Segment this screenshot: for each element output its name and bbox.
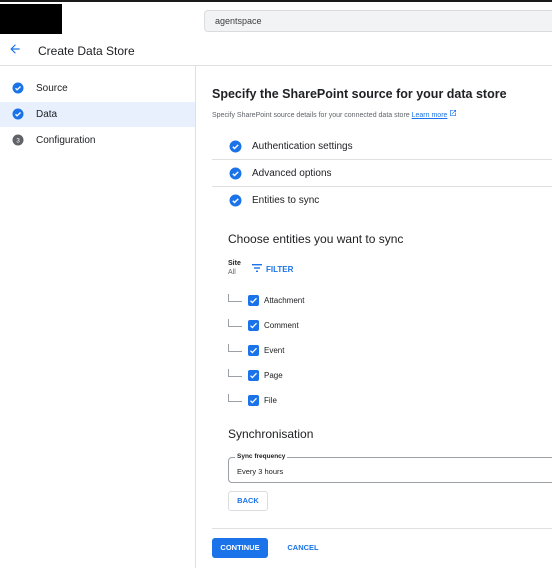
subtitle-text: Specify SharePoint source details for yo… [212,112,410,119]
entity-checkbox[interactable] [248,320,259,331]
section-label: Authentication settings [252,141,353,152]
step-label: Source [36,83,68,94]
entity-checkbox[interactable] [248,395,259,406]
entity-row-page: Page [228,369,428,383]
page-title: Create Data Store [38,44,135,58]
entity-label: Attachment [264,296,305,305]
site-value: All [228,269,236,276]
entity-label: Comment [264,321,299,330]
page-header: Create Data Store [0,36,552,66]
tree-connector [228,319,242,327]
step-number-icon: 3 [12,134,24,146]
section-label: Advanced options [252,168,332,179]
step-data[interactable]: Data [0,102,195,127]
divider [212,528,552,529]
sync-frequency-field[interactable]: Sync frequency Every 3 hours [228,453,552,483]
entities-heading: Choose entities you want to sync [228,232,404,246]
tree-connector [228,294,242,302]
entity-row-comment: Comment [228,319,428,333]
section-title: Specify the SharePoint source for your d… [212,87,507,101]
learn-more-link[interactable]: Learn more [412,112,448,119]
section-advanced-options[interactable]: Advanced options [212,160,552,187]
step-label: Configuration [36,135,96,146]
external-link-icon[interactable] [449,110,457,119]
entity-row-file: File [228,394,428,408]
check-circle-icon [12,82,24,94]
entity-checkbox[interactable] [248,370,259,381]
entity-checkbox[interactable] [248,295,259,306]
step-configuration[interactable]: 3 Configuration [0,128,195,153]
back-arrow-icon[interactable] [8,42,24,58]
entity-row-event: Event [228,344,428,358]
tree-connector [228,369,242,377]
sync-frequency-value: Every 3 hours [237,467,284,476]
search-input[interactable]: agentspace [204,10,552,32]
top-bar: agentspace [0,0,552,36]
check-circle-icon [229,167,242,180]
check-circle-icon [229,194,242,207]
logo[interactable] [0,4,62,34]
entity-label: Event [264,346,285,355]
entity-checkbox[interactable] [248,345,259,356]
step-source[interactable]: Source [0,76,195,101]
entity-row-attachment: Attachment [228,294,428,308]
section-label: Entities to sync [252,195,320,206]
check-circle-icon [12,108,24,120]
step-number: 3 [16,137,20,144]
tree-connector [228,344,242,352]
site-label: Site [228,260,241,267]
entity-label: Page [264,371,283,380]
filter-label: FILTER [266,265,294,274]
sync-heading: Synchronisation [228,427,314,441]
sync-frequency-label: Sync frequency [235,453,288,460]
section-entities-to-sync[interactable]: Entities to sync [212,187,552,214]
stepper-sidebar: Source Data 3 Configuration [0,66,196,568]
filter-button[interactable]: FILTER [252,264,293,274]
section-subtitle: Specify SharePoint source details for yo… [212,109,457,119]
entity-label: File [264,396,277,405]
cancel-button[interactable]: CANCEL [278,538,328,558]
check-circle-icon [229,140,242,153]
tree-connector [228,394,242,402]
step-label: Data [36,109,58,120]
filter-icon [252,264,262,274]
section-authentication[interactable]: Authentication settings [212,133,552,160]
continue-button[interactable]: CONTINUE [212,538,268,558]
back-button[interactable]: BACK [228,491,268,511]
